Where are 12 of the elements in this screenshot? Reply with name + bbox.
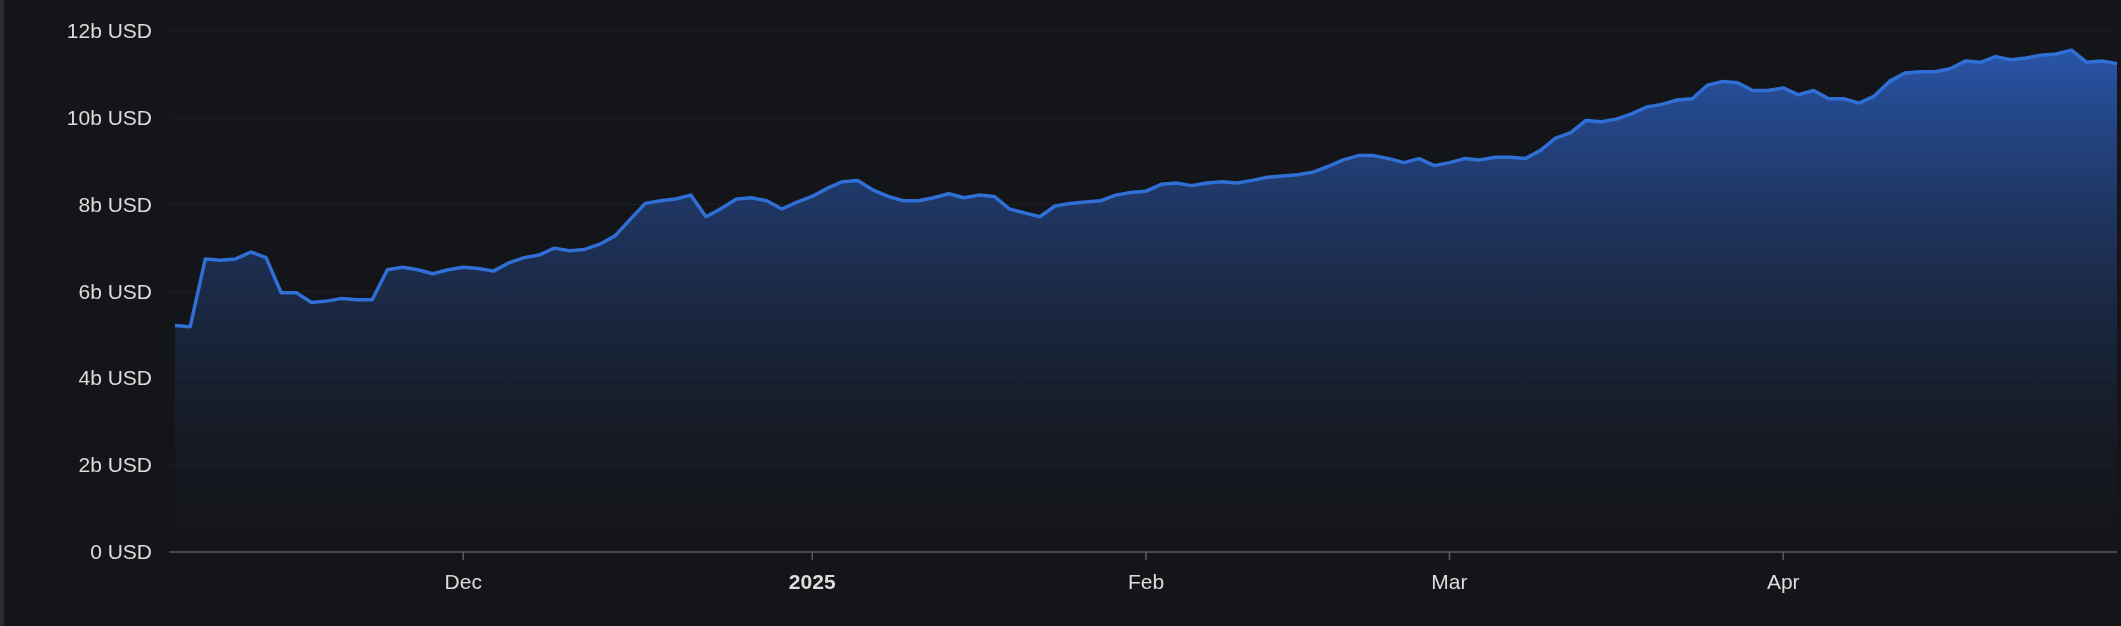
y-axis-label: 2b USD [78, 453, 152, 477]
x-axis-label: Feb [1127, 570, 1165, 593]
x-axis-label: 2025 [788, 570, 836, 593]
y-axis-label: 12b USD [66, 19, 152, 42]
y-axis-label: 4b USD [78, 366, 152, 390]
x-axis-label: Apr [1766, 570, 1800, 593]
y-axis-label: 10b USD [66, 105, 152, 129]
y-axis-label: 6b USD [78, 279, 152, 303]
x-axis-label: Mar [1431, 570, 1468, 593]
y-axis-label: 0 USD [90, 540, 152, 563]
y-axis-label: 8b USD [78, 192, 152, 216]
x-axis-label: Dec [444, 570, 482, 593]
